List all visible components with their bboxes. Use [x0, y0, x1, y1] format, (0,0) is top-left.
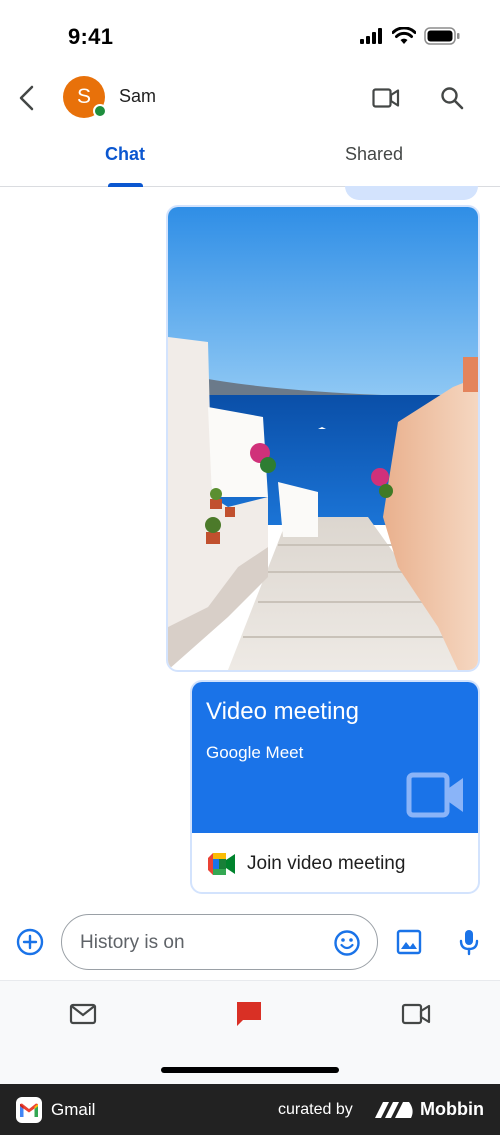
- emoji-icon: [334, 930, 360, 956]
- chevron-left-icon: [19, 85, 34, 111]
- search-button[interactable]: [432, 78, 472, 118]
- brand-footer: Gmail curated by Mobbin: [0, 1084, 500, 1135]
- insert-image-button[interactable]: [392, 924, 426, 960]
- microphone-icon: [459, 930, 479, 956]
- meet-camera-icon: [406, 772, 463, 818]
- gmail-logo-icon: [16, 1097, 42, 1123]
- video-camera-icon: [372, 88, 400, 108]
- mobbin-label: Mobbin: [420, 1099, 484, 1119]
- voice-input-button[interactable]: [452, 924, 486, 960]
- status-bar: 9:41: [0, 0, 500, 70]
- battery-icon: [424, 27, 460, 45]
- cellular-signal-icon: [360, 28, 382, 44]
- contact-name[interactable]: Sam: [119, 86, 156, 107]
- search-icon: [441, 87, 464, 110]
- mobbin-logo-icon: [375, 1102, 413, 1118]
- nav-chat[interactable]: [224, 997, 274, 1031]
- emoji-button[interactable]: [331, 927, 363, 959]
- nav-meet[interactable]: [391, 997, 441, 1031]
- message-input-placeholder: History is on: [80, 932, 185, 953]
- meet-icon: [401, 1003, 431, 1025]
- bottom-navigation: [0, 980, 500, 1084]
- active-tab-indicator: [108, 183, 143, 187]
- plus-circle-icon: [16, 928, 44, 956]
- image-message[interactable]: [166, 205, 480, 672]
- gmail-label: Gmail: [51, 1100, 96, 1119]
- santorini-photo: [168, 207, 478, 670]
- home-indicator: [161, 1067, 339, 1073]
- meeting-subtitle: Google Meet: [206, 743, 304, 762]
- add-attachment-button[interactable]: [12, 924, 48, 960]
- status-icons: [360, 27, 460, 45]
- avatar[interactable]: S: [63, 76, 107, 118]
- tab-shared[interactable]: Shared: [345, 144, 403, 165]
- mail-icon: [69, 1003, 97, 1025]
- curated-by-label: curated by: [278, 1101, 353, 1118]
- wifi-icon: [392, 27, 416, 44]
- previous-message-bubble[interactable]: [345, 186, 478, 200]
- nav-mail[interactable]: [58, 997, 108, 1031]
- video-meeting-card[interactable]: Video meeting Google Meet Join video mee…: [190, 680, 480, 894]
- tab-chat[interactable]: Chat: [105, 144, 145, 165]
- meeting-card-header: Video meeting Google Meet: [192, 682, 478, 833]
- meeting-title: Video meeting: [206, 698, 359, 725]
- message-composer: History is on: [0, 910, 500, 974]
- google-meet-icon: [208, 853, 235, 875]
- join-meeting-label: Join video meeting: [247, 853, 406, 874]
- status-time: 9:41: [68, 24, 114, 49]
- join-meeting-button[interactable]: Join video meeting: [192, 833, 478, 892]
- back-button[interactable]: [6, 78, 46, 118]
- video-call-button[interactable]: [366, 78, 406, 118]
- online-status-dot: [93, 104, 107, 118]
- avatar-initial: S: [76, 85, 91, 108]
- chat-header: S Sam: [0, 70, 500, 126]
- chat-icon: [237, 1002, 261, 1026]
- message-input[interactable]: History is on: [61, 914, 378, 970]
- tab-bar: Chat Shared: [0, 132, 500, 187]
- image-icon: [396, 929, 422, 955]
